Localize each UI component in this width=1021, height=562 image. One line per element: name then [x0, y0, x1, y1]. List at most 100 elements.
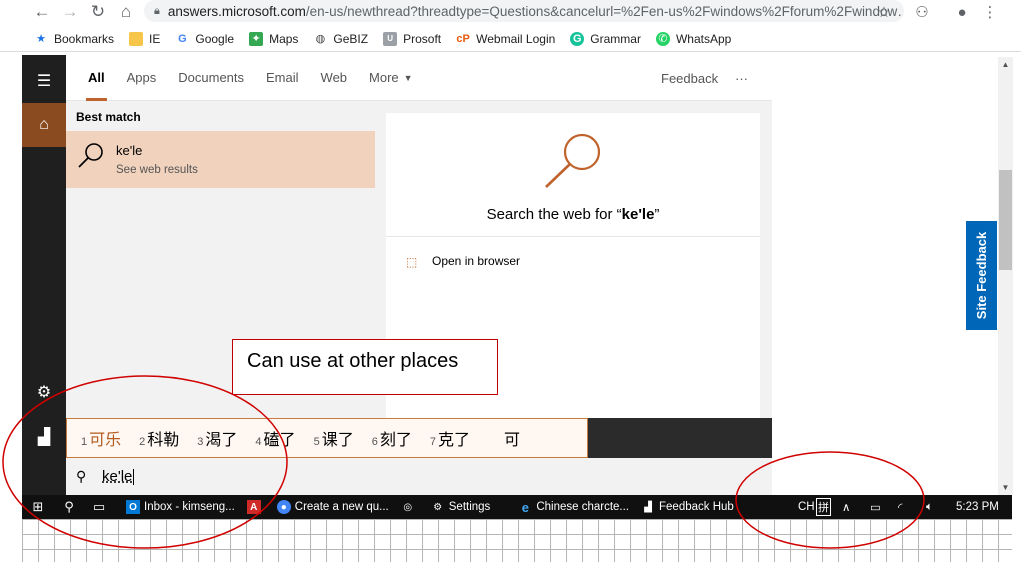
taskbar: ⊞ ⚲ ▭ O Inbox - kimseng... A ● Create a ne…	[22, 495, 1012, 519]
search-tabs: All Apps Documents Email Web More ▼ Feedb…	[66, 55, 772, 101]
page-scrollbar[interactable]	[998, 57, 1013, 495]
taskbar-app-feedback-hub[interactable]: ▟ Feedback Hub	[641, 495, 734, 519]
site-feedback-button[interactable]: Site Feedback	[966, 221, 997, 330]
tab-all[interactable]: All	[86, 55, 107, 101]
caret-down-icon: ▼	[403, 72, 413, 83]
maps-icon: ✦	[249, 31, 264, 46]
search-icon: ⚲	[76, 468, 87, 484]
ime-candidate[interactable]: 7 克了	[430, 426, 470, 450]
bookmark-gebiz[interactable]: ◍ GeBIZ	[313, 32, 369, 46]
tab-apps[interactable]: Apps	[127, 55, 157, 101]
lock-icon: 🔒︎	[154, 4, 160, 17]
taskbar-app-edge[interactable]: e Chinese charcte...	[518, 495, 629, 519]
taskbar-app-settings[interactable]: ⚙ Settings	[431, 495, 490, 519]
feedback-link[interactable]: Feedback	[661, 55, 718, 101]
extension-icon[interactable]: ⚇	[910, 1, 934, 23]
bookmark-webmail[interactable]: cP Webmail Login	[456, 32, 555, 46]
bookmark-whatsapp[interactable]: ✆ WhatsApp	[655, 31, 731, 46]
back-arrow-icon[interactable]: ←	[30, 1, 54, 23]
bookmark-google[interactable]: G Google	[175, 32, 234, 46]
annotation-note: Can use at other places	[232, 339, 498, 395]
best-match-query: ke'le	[116, 143, 143, 158]
search-input[interactable]: ⚲ ke'le	[66, 458, 772, 495]
best-match-title: Best match	[76, 110, 141, 124]
search-input-value: ke'le	[102, 468, 133, 485]
home-icon[interactable]: ⌂	[22, 103, 66, 147]
search-icon[interactable]: ⚲	[54, 495, 84, 519]
ime-candidate[interactable]: 3 渴了	[197, 426, 237, 450]
clock-time[interactable]: 5:23 PM	[956, 495, 999, 519]
task-view-icon[interactable]: ▭	[84, 495, 114, 519]
star-icon[interactable]: ☆	[872, 1, 896, 23]
globe-icon: ◍	[315, 33, 326, 45]
outlook-icon: O	[126, 500, 140, 514]
google-icon: G	[178, 32, 187, 45]
scroll-up-icon[interactable]: ▲	[999, 58, 1012, 70]
cortana-icon: ◎	[403, 501, 413, 513]
scroll-down-icon[interactable]: ▼	[999, 481, 1012, 493]
open-external-icon: ⬚	[406, 254, 418, 269]
page-scroll-thumb[interactable]	[999, 170, 1012, 270]
menu-kebab-icon[interactable]: ⋮	[978, 1, 1002, 23]
address-bar-row: ← → ↻ ⌂ 🔒︎ answers.microsoft.com/en-us/n…	[0, 0, 1021, 26]
best-match-subtitle: See web results	[116, 164, 198, 176]
taskbar-app-outlook[interactable]: O Inbox - kimseng...	[126, 495, 235, 519]
forward-arrow-icon[interactable]: →	[58, 1, 82, 23]
tab-documents[interactable]: Documents	[178, 55, 244, 101]
preview-divider	[386, 236, 760, 237]
url-path: /en-us/newthread?threadtype=Questions&ca…	[305, 3, 904, 19]
show-hidden-icons-chevron-icon[interactable]: ∧	[842, 495, 850, 519]
ime-candidate[interactable]: 1 可乐	[81, 426, 121, 450]
battery-icon[interactable]: ▭	[870, 495, 881, 519]
settings-gear-icon[interactable]: ⚙	[22, 370, 66, 414]
url-host: answers.microsoft.com	[167, 3, 306, 19]
bookmark-bookmarks[interactable]: ★ Bookmarks	[34, 32, 114, 46]
ime-candidate-bar: 1 可乐 2 科勒 3 渴了 4 磕了 5 课了 6 刻了 7 克了 可	[66, 418, 588, 458]
search-icon	[78, 143, 103, 168]
edge-icon: e	[521, 499, 529, 515]
ime-mode-indicator[interactable]: 拼	[816, 495, 831, 519]
best-match-item[interactable]: ke'le See web results	[66, 131, 375, 188]
input-language-indicator[interactable]: CH	[798, 495, 815, 519]
account-icon[interactable]: ●	[950, 1, 974, 23]
feedback-person-icon[interactable]: ▟	[22, 415, 66, 459]
more-options-icon[interactable]: ···	[735, 55, 748, 101]
windows-start-icon[interactable]: ⊞	[22, 495, 54, 519]
ime-candidate[interactable]: 2 科勒	[139, 426, 179, 450]
wifi-icon[interactable]: ◜	[898, 495, 902, 519]
prosoft-icon: U	[383, 31, 398, 46]
bookmark-maps[interactable]: ✦ Maps	[249, 31, 298, 46]
hamburger-menu-icon[interactable]: ☰	[22, 59, 66, 103]
folder-icon	[129, 31, 144, 46]
taskbar-app-cortana[interactable]: ◎	[401, 495, 419, 519]
ime-candidate[interactable]: 6 刻了	[372, 426, 412, 450]
background-grid	[22, 519, 1012, 562]
cpanel-icon: cP	[456, 32, 470, 45]
settings-gear-icon: ⚙	[433, 501, 443, 513]
tab-more[interactable]: More ▼	[369, 55, 413, 101]
home-icon[interactable]: ⌂	[114, 1, 138, 23]
pdf-icon: A	[246, 500, 261, 514]
taskbar-app-acrobat[interactable]: A	[246, 495, 265, 519]
search-left-rail: ☰ ⌂ ⚙ ▟	[22, 55, 66, 495]
tab-web[interactable]: Web	[321, 55, 348, 101]
ime-candidate[interactable]: 可	[502, 426, 520, 450]
tab-email[interactable]: Email	[266, 55, 299, 101]
text-caret	[133, 468, 135, 485]
preview-title: Search the web for “ke'le”	[486, 206, 660, 223]
whatsapp-icon: ✆	[655, 31, 670, 46]
star-icon: ★	[36, 33, 46, 45]
open-in-browser-button[interactable]: ⬚ Open in browser	[406, 254, 520, 269]
taskbar-app-chrome[interactable]: ● Create a new qu...	[276, 495, 389, 519]
grammarly-icon: G	[570, 31, 585, 46]
bookmark-grammar[interactable]: G Grammar	[570, 31, 641, 46]
bookmark-ie[interactable]: IE	[129, 31, 160, 46]
bookmark-prosoft[interactable]: U Prosoft	[383, 31, 441, 46]
ime-candidate[interactable]: 4 磕了	[255, 426, 295, 450]
url-field[interactable]: 🔒︎ answers.microsoft.com/en-us/newthread…	[144, 0, 904, 22]
ime-candidate[interactable]: 5 课了	[314, 426, 354, 450]
search-icon	[545, 133, 601, 188]
reload-icon[interactable]: ↻	[86, 1, 110, 23]
bookmarks-bar: ★ Bookmarks IE G Google ✦ Maps ◍ GeBIZ U Pros…	[0, 26, 1021, 52]
volume-icon[interactable]: 🔈︎	[926, 495, 933, 519]
